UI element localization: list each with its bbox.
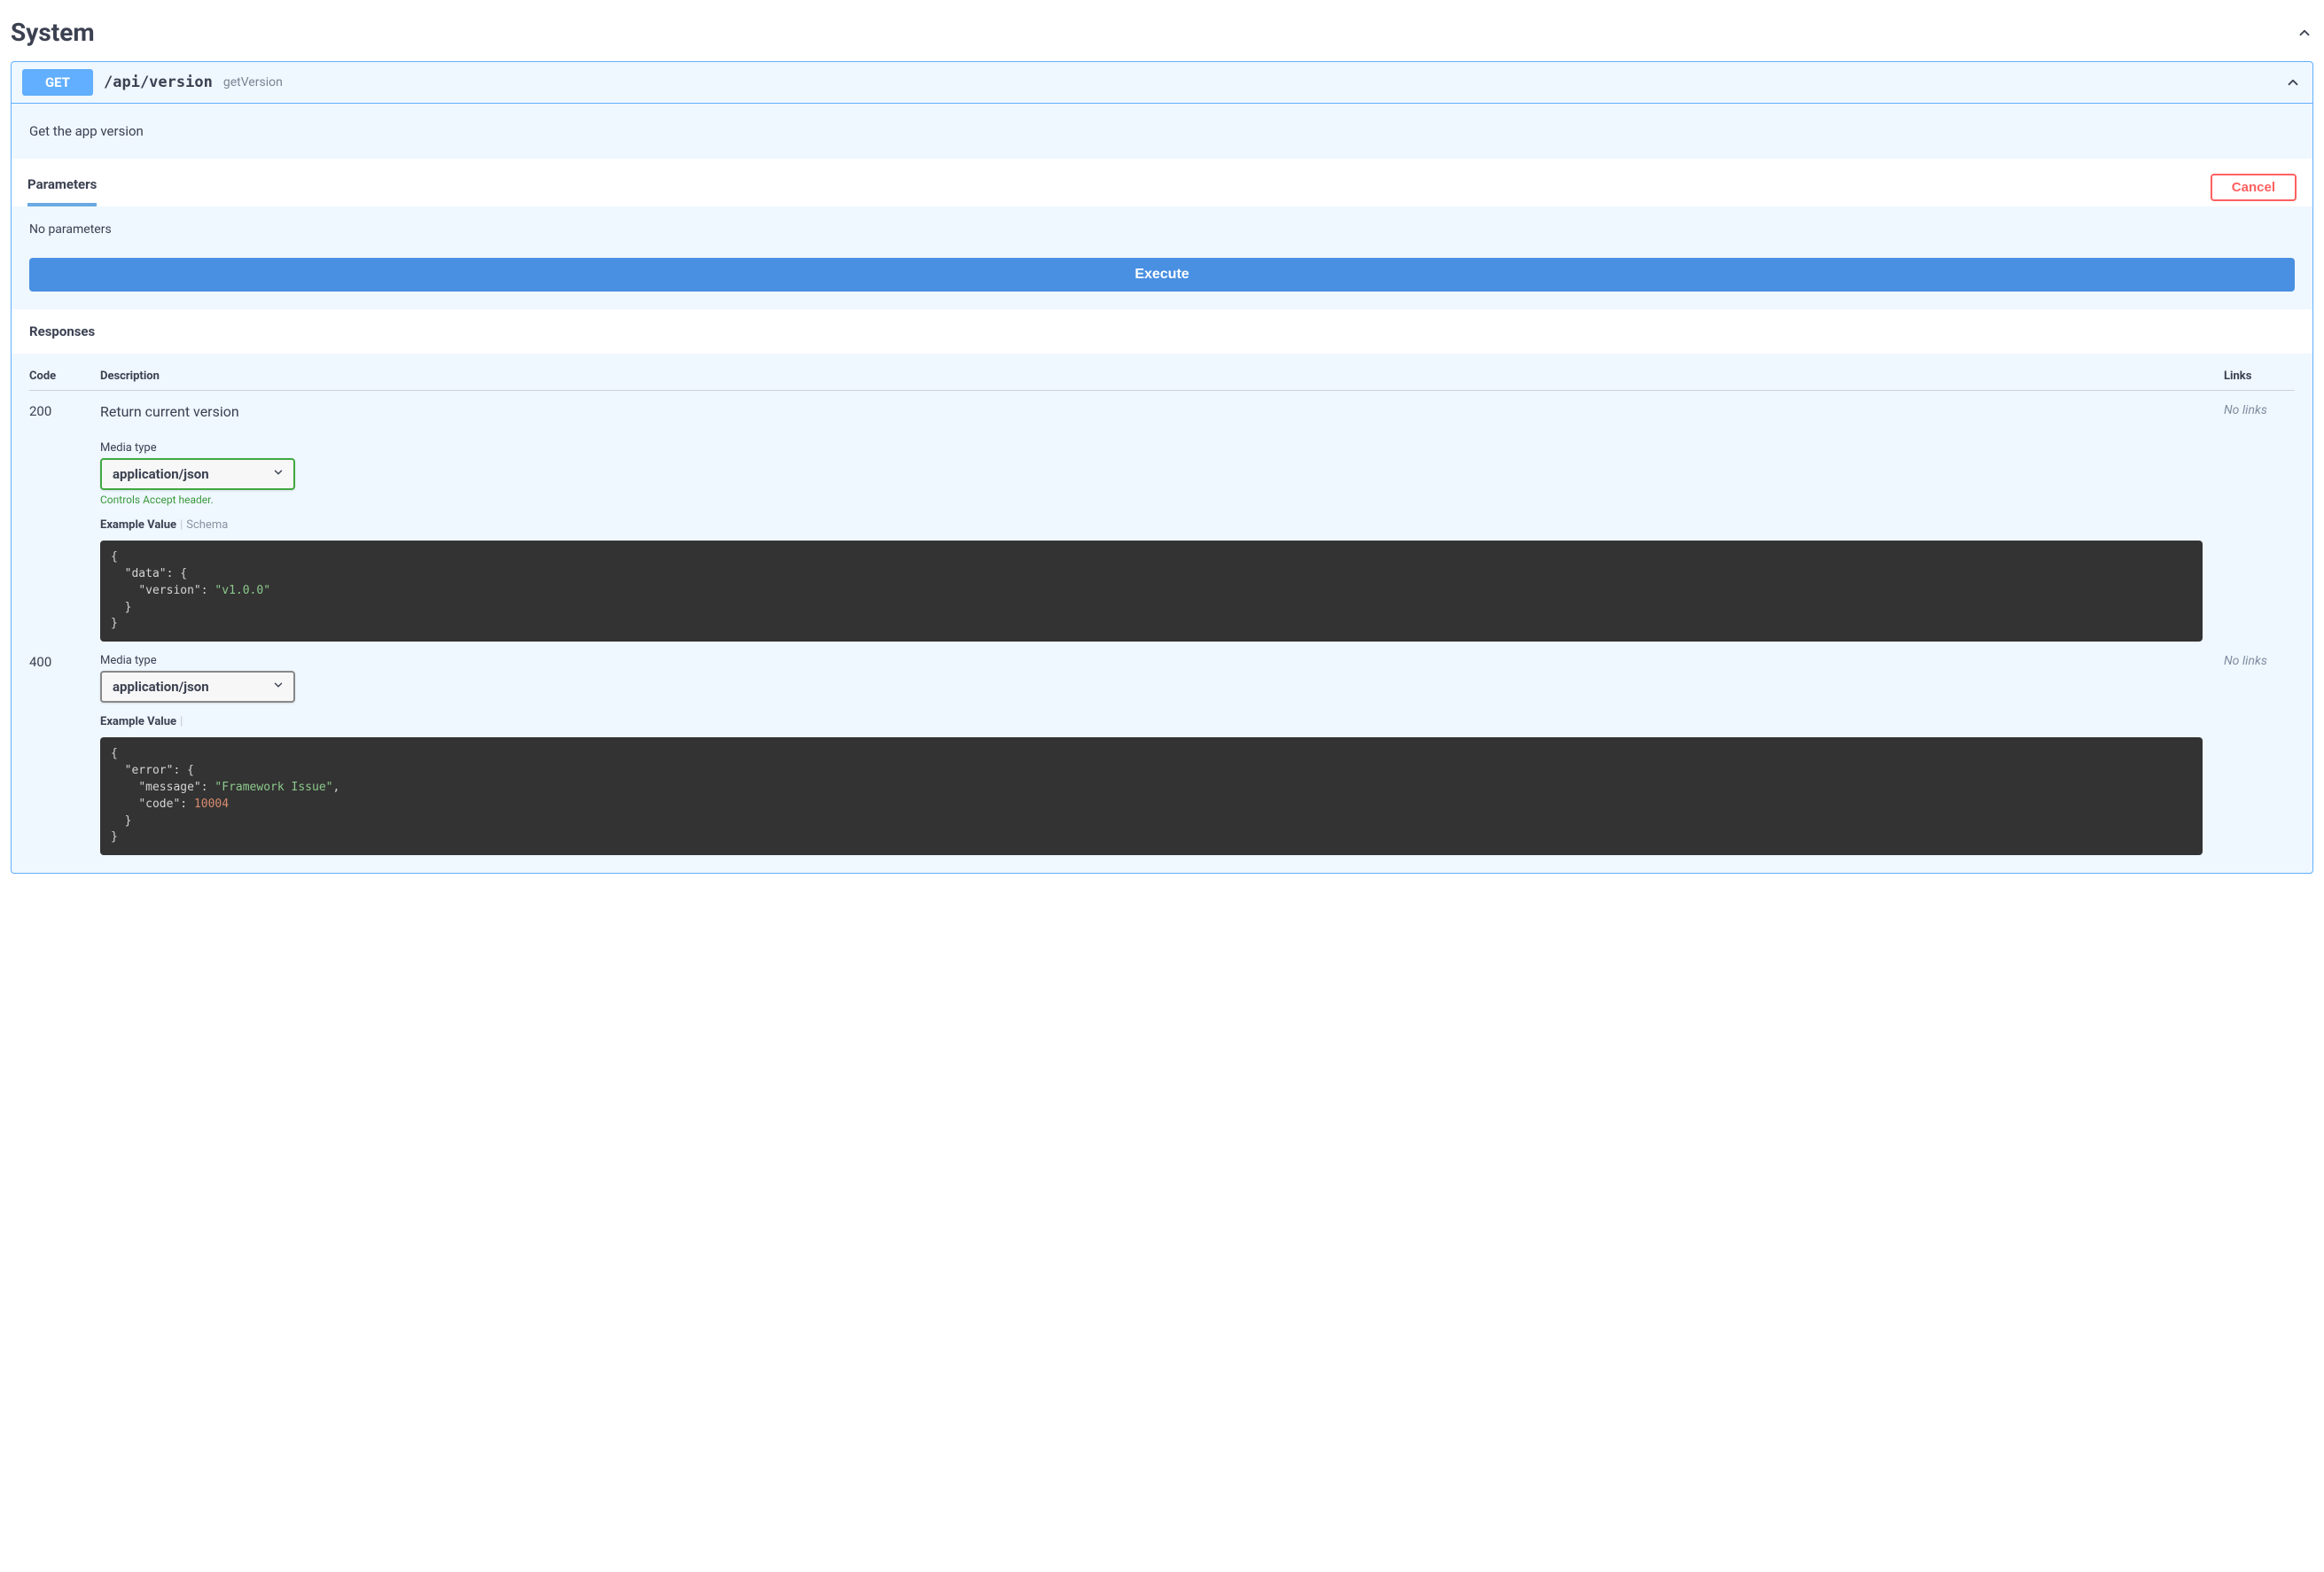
example-tabs: Example Value |Schema: [100, 518, 2203, 532]
parameters-body: No parameters: [12, 206, 2312, 258]
media-type-select[interactable]: application/json: [100, 458, 295, 490]
col-header-code: Code: [29, 370, 100, 383]
col-header-description: Description: [100, 370, 2224, 383]
response-code: 400: [29, 654, 100, 855]
responses-table-head: Code Description Links: [29, 354, 2295, 391]
opblock-get: GET /api/version getVersion Get the app …: [11, 61, 2313, 874]
media-type-value: application/json: [113, 466, 209, 482]
media-type-select[interactable]: application/json: [100, 671, 295, 703]
tab-schema[interactable]: Schema: [186, 518, 228, 532]
chevron-down-icon: [272, 679, 285, 695]
example-code-block: { "data": { "version": "v1.0.0" } }: [100, 541, 2203, 642]
response-links: No links: [2224, 403, 2295, 642]
operation-description: Get the app version: [12, 104, 2312, 159]
tab-example-value[interactable]: Example Value: [100, 518, 176, 532]
response-description-cell: Media type application/json Example Value |…: [100, 654, 2224, 855]
tab-example-value[interactable]: Example Value: [100, 715, 176, 728]
execute-bar: Execute: [12, 258, 2312, 309]
response-code: 200: [29, 403, 100, 642]
response-links: No links: [2224, 654, 2295, 855]
media-type-value: application/json: [113, 679, 209, 695]
http-method-badge: GET: [22, 69, 93, 96]
opblock-summary[interactable]: GET /api/version getVersion: [12, 62, 2312, 104]
tab-divider: |: [180, 715, 183, 728]
response-row: 400Media type application/json Example Val…: [29, 642, 2295, 855]
responses-table: Code Description Links 200Return current…: [12, 354, 2312, 873]
execute-button[interactable]: Execute: [29, 258, 2295, 292]
responses-heading: Responses: [12, 309, 2312, 354]
section-header[interactable]: System: [11, 11, 2313, 61]
response-description-cell: Return current version Media type applicat…: [100, 403, 2224, 642]
tab-divider: |: [180, 518, 183, 532]
media-type-label: Media type: [100, 654, 2203, 667]
media-type-label: Media type: [100, 441, 2203, 455]
accept-header-hint: Controls Accept header.: [100, 494, 2203, 506]
chevron-down-icon: [272, 466, 285, 482]
response-description: Return current version: [100, 403, 2203, 420]
parameters-header: Parameters Cancel: [12, 159, 2312, 206]
endpoint-path: /api/version: [104, 74, 213, 91]
response-row: 200Return current version Media type appli…: [29, 391, 2295, 642]
cancel-button[interactable]: Cancel: [2211, 174, 2297, 201]
operation-id: getVersion: [223, 75, 283, 89]
example-tabs: Example Value |: [100, 715, 2203, 728]
chevron-up-icon[interactable]: [2284, 74, 2302, 91]
example-code-block: { "error": { "message": "Framework Issue…: [100, 737, 2203, 855]
parameters-tab[interactable]: Parameters: [27, 167, 97, 206]
chevron-up-icon[interactable]: [2296, 24, 2313, 42]
section-title: System: [11, 18, 95, 47]
col-header-links: Links: [2224, 370, 2295, 383]
